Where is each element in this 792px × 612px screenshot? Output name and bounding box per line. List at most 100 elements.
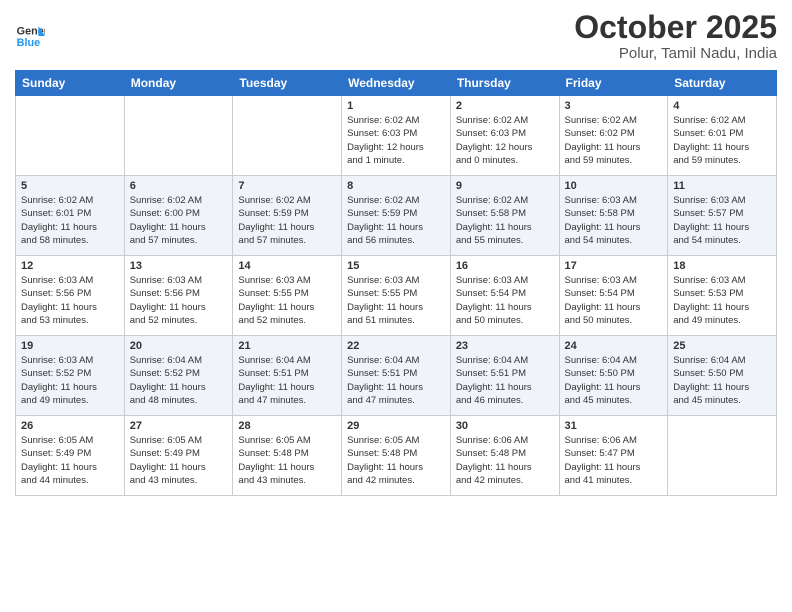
day-info: Sunrise: 6:04 AMSunset: 5:51 PMDaylight:… (456, 354, 554, 407)
calendar-subtitle: Polur, Tamil Nadu, India (574, 45, 777, 62)
calendar-day-cell: 15 Sunrise: 6:03 AMSunset: 5:55 PMDayligh… (342, 256, 451, 336)
calendar-day-cell: 13 Sunrise: 6:03 AMSunset: 5:56 PMDayligh… (124, 256, 233, 336)
day-info: Sunrise: 6:02 AMSunset: 6:01 PMDaylight:… (21, 194, 119, 247)
day-info: Sunrise: 6:05 AMSunset: 5:49 PMDaylight:… (130, 434, 228, 487)
day-info: Sunrise: 6:02 AMSunset: 6:00 PMDaylight:… (130, 194, 228, 247)
calendar-day-cell: 25 Sunrise: 6:04 AMSunset: 5:50 PMDayligh… (668, 336, 777, 416)
calendar-day-cell: 12Sunrise: 6:03 AMSunset: 5:56 PMDayligh… (16, 256, 125, 336)
day-number: 7 (238, 180, 336, 192)
day-info: Sunrise: 6:05 AMSunset: 5:48 PMDaylight:… (347, 434, 445, 487)
day-number: 3 (565, 100, 663, 112)
calendar-day-cell: 28 Sunrise: 6:05 AMSunset: 5:48 PMDayligh… (233, 416, 342, 496)
calendar-week-row: 12Sunrise: 6:03 AMSunset: 5:56 PMDayligh… (16, 256, 777, 336)
col-thursday: Thursday (450, 71, 559, 96)
calendar-day-cell: 8Sunrise: 6:02 AMSunset: 5:59 PMDaylight… (342, 176, 451, 256)
col-saturday: Saturday (668, 71, 777, 96)
logo: General Blue (15, 21, 45, 51)
day-number: 30 (456, 420, 554, 432)
day-info: Sunrise: 6:04 AMSunset: 5:50 PMDaylight:… (565, 354, 663, 407)
day-info: Sunrise: 6:03 AMSunset: 5:57 PMDaylight:… (673, 194, 771, 247)
day-info: Sunrise: 6:04 AMSunset: 5:51 PMDaylight:… (238, 354, 336, 407)
day-number: 16 (456, 260, 554, 272)
day-number: 13 (130, 260, 228, 272)
day-number: 15 (347, 260, 445, 272)
day-info: Sunrise: 6:04 AMSunset: 5:51 PMDaylight:… (347, 354, 445, 407)
title-block: October 2025 Polur, Tamil Nadu, India (574, 10, 777, 62)
calendar-day-cell: 14 Sunrise: 6:03 AMSunset: 5:55 PMDayligh… (233, 256, 342, 336)
col-friday: Friday (559, 71, 668, 96)
header: General Blue October 2025 Polur, Tamil N… (15, 10, 777, 62)
day-number: 4 (673, 100, 771, 112)
calendar-day-cell: 31 Sunrise: 6:06 AMSunset: 5:47 PMDayligh… (559, 416, 668, 496)
day-info: Sunrise: 6:03 AMSunset: 5:55 PMDaylight:… (347, 274, 445, 327)
calendar-day-cell: 22Sunrise: 6:04 AMSunset: 5:51 PMDayligh… (342, 336, 451, 416)
day-number: 6 (130, 180, 228, 192)
calendar-day-cell: 6 Sunrise: 6:02 AMSunset: 6:00 PMDaylight… (124, 176, 233, 256)
calendar-day-cell: 5 Sunrise: 6:02 AMSunset: 6:01 PMDaylight… (16, 176, 125, 256)
day-number: 14 (238, 260, 336, 272)
calendar-day-cell: 1 Sunrise: 6:02 AMSunset: 6:03 PMDaylight… (342, 96, 451, 176)
calendar-day-cell: 2 Sunrise: 6:02 AMSunset: 6:03 PMDaylight… (450, 96, 559, 176)
day-number: 1 (347, 100, 445, 112)
page: General Blue October 2025 Polur, Tamil N… (0, 0, 792, 612)
day-info: Sunrise: 6:03 AMSunset: 5:52 PMDaylight:… (21, 354, 119, 407)
calendar-week-row: 5 Sunrise: 6:02 AMSunset: 6:01 PMDaylight… (16, 176, 777, 256)
day-number: 9 (456, 180, 554, 192)
day-number: 8 (347, 180, 445, 192)
day-info: Sunrise: 6:03 AMSunset: 5:58 PMDaylight:… (565, 194, 663, 247)
day-number: 2 (456, 100, 554, 112)
calendar-day-cell: 17 Sunrise: 6:03 AMSunset: 5:54 PMDayligh… (559, 256, 668, 336)
calendar-day-cell: 23 Sunrise: 6:04 AMSunset: 5:51 PMDayligh… (450, 336, 559, 416)
day-number: 29 (347, 420, 445, 432)
day-number: 28 (238, 420, 336, 432)
calendar-day-cell: 26Sunrise: 6:05 AMSunset: 5:49 PMDayligh… (16, 416, 125, 496)
day-number: 25 (673, 340, 771, 352)
day-number: 10 (565, 180, 663, 192)
calendar-day-cell: 3Sunrise: 6:02 AMSunset: 6:02 PMDaylight… (559, 96, 668, 176)
col-sunday: Sunday (16, 71, 125, 96)
day-number: 24 (565, 340, 663, 352)
day-info: Sunrise: 6:03 AMSunset: 5:54 PMDaylight:… (456, 274, 554, 327)
col-wednesday: Wednesday (342, 71, 451, 96)
calendar-day-cell: 11 Sunrise: 6:03 AMSunset: 5:57 PMDayligh… (668, 176, 777, 256)
calendar-week-row: 19Sunrise: 6:03 AMSunset: 5:52 PMDayligh… (16, 336, 777, 416)
calendar-day-cell: 4Sunrise: 6:02 AMSunset: 6:01 PMDaylight… (668, 96, 777, 176)
day-info: Sunrise: 6:02 AMSunset: 5:59 PMDaylight:… (238, 194, 336, 247)
day-info: Sunrise: 6:02 AMSunset: 6:03 PMDaylight:… (456, 114, 554, 167)
day-info: Sunrise: 6:03 AMSunset: 5:55 PMDaylight:… (238, 274, 336, 327)
day-number: 20 (130, 340, 228, 352)
logo-icon: General Blue (15, 21, 45, 51)
day-info: Sunrise: 6:02 AMSunset: 5:58 PMDaylight:… (456, 194, 554, 247)
calendar-day-cell: 20Sunrise: 6:04 AMSunset: 5:52 PMDayligh… (124, 336, 233, 416)
day-number: 17 (565, 260, 663, 272)
col-monday: Monday (124, 71, 233, 96)
day-info: Sunrise: 6:04 AMSunset: 5:50 PMDaylight:… (673, 354, 771, 407)
calendar-day-cell: 9 Sunrise: 6:02 AMSunset: 5:58 PMDaylight… (450, 176, 559, 256)
day-info: Sunrise: 6:06 AMSunset: 5:47 PMDaylight:… (565, 434, 663, 487)
day-number: 21 (238, 340, 336, 352)
calendar-day-cell: 29 Sunrise: 6:05 AMSunset: 5:48 PMDayligh… (342, 416, 451, 496)
day-number: 31 (565, 420, 663, 432)
day-number: 27 (130, 420, 228, 432)
calendar-title: October 2025 (574, 10, 777, 45)
calendar-day-cell: 30Sunrise: 6:06 AMSunset: 5:48 PMDayligh… (450, 416, 559, 496)
day-info: Sunrise: 6:03 AMSunset: 5:54 PMDaylight:… (565, 274, 663, 327)
day-number: 26 (21, 420, 119, 432)
day-number: 11 (673, 180, 771, 192)
calendar-day-cell: 10 Sunrise: 6:03 AMSunset: 5:58 PMDayligh… (559, 176, 668, 256)
day-info: Sunrise: 6:05 AMSunset: 5:48 PMDaylight:… (238, 434, 336, 487)
calendar-day-cell: 7 Sunrise: 6:02 AMSunset: 5:59 PMDaylight… (233, 176, 342, 256)
calendar-day-cell: 27 Sunrise: 6:05 AMSunset: 5:49 PMDayligh… (124, 416, 233, 496)
calendar-week-row: 26 Sunrise: 6:05 AMSunset: 5:49 PMDayligh… (16, 416, 777, 496)
svg-text:Blue: Blue (17, 37, 40, 49)
calendar-day-cell (668, 416, 777, 496)
calendar-day-cell: 18Sunrise: 6:03 AMSunset: 5:53 PMDayligh… (668, 256, 777, 336)
calendar-table: Sunday Monday Tuesday Wednesday Thursday… (15, 70, 777, 496)
day-number: 5 (21, 180, 119, 192)
day-info: Sunrise: 6:03 AMSunset: 5:56 PMDaylight:… (130, 274, 228, 327)
calendar-day-cell: 21 Sunrise: 6:04 AMSunset: 5:51 PMDayligh… (233, 336, 342, 416)
day-info: Sunrise: 6:02 AMSunset: 6:03 PMDaylight:… (347, 114, 445, 167)
calendar-day-cell (16, 96, 125, 176)
day-info: Sunrise: 6:03 AMSunset: 5:56 PMDaylight:… (21, 274, 119, 327)
day-number: 23 (456, 340, 554, 352)
